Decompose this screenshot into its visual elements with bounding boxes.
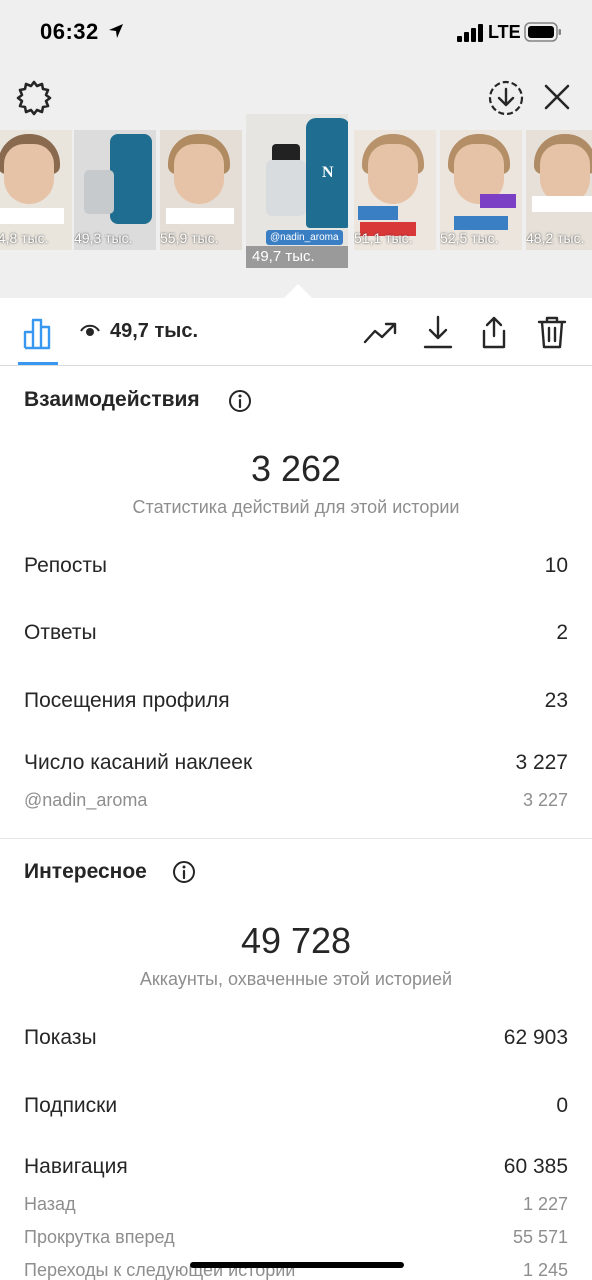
trend-icon[interactable] bbox=[362, 314, 398, 350]
thumbnail-views: 49,3 тыс. bbox=[74, 230, 133, 246]
thumbnail-views: 48,2 тыс. bbox=[526, 230, 585, 246]
nav-value-forward: 55 571 bbox=[512, 1227, 568, 1247]
thumbnail-views: 52,5 тыс. bbox=[440, 230, 499, 246]
nav-value-next-story: 1 245 bbox=[522, 1260, 568, 1280]
trash-icon[interactable] bbox=[534, 314, 570, 350]
row-label-sticker-taps: Число касаний наклеек bbox=[24, 751, 253, 774]
discovery-total: 49 728 bbox=[240, 920, 352, 961]
sticker-mention-value: 3 227 bbox=[522, 790, 568, 810]
active-tab-underline bbox=[18, 362, 58, 365]
story-thumbnail[interactable]: 55,9 тыс. bbox=[160, 130, 242, 250]
share-icon[interactable] bbox=[476, 314, 512, 350]
row-value-impressions: 62 903 bbox=[503, 1026, 568, 1049]
discovery-subtitle: Аккаунты, охваченные этой историей bbox=[139, 969, 453, 989]
interactions-title: Взаимодействия bbox=[24, 388, 200, 411]
signal-bars-icon bbox=[457, 24, 483, 42]
thumbnail-views: 55,9 тыс. bbox=[160, 230, 219, 246]
home-indicator[interactable] bbox=[190, 1262, 404, 1268]
row-value-follows: 0 bbox=[556, 1094, 568, 1117]
views-count: 49,7 тыс. bbox=[110, 320, 199, 342]
interactions-total: 3 262 bbox=[250, 448, 342, 489]
row-label-follows: Подписки bbox=[24, 1094, 118, 1117]
nav-label-back: Назад bbox=[24, 1194, 76, 1214]
thumbnail-views: 54,8 тыс. bbox=[0, 230, 49, 246]
row-value-navigation: 60 385 bbox=[503, 1155, 568, 1178]
story-thumbnail[interactable]: 52,5 тыс. bbox=[440, 130, 522, 250]
story-thumbnail[interactable]: 51,1 тыс. bbox=[354, 130, 436, 250]
sticker-mention-label: @nadin_aroma bbox=[24, 790, 148, 810]
row-label-replies: Ответы bbox=[24, 621, 97, 644]
battery-icon bbox=[524, 22, 561, 42]
interactions-subtitle: Статистика действий для этой истории bbox=[132, 497, 460, 517]
download-circle-icon[interactable] bbox=[486, 78, 526, 118]
bar-chart-icon[interactable] bbox=[22, 314, 58, 350]
location-arrow-icon bbox=[109, 24, 123, 38]
row-label-reposts: Репосты bbox=[24, 554, 108, 577]
nav-label-forward: Прокрутка вперед bbox=[24, 1227, 175, 1247]
row-value-reposts: 10 bbox=[544, 554, 568, 577]
thumbnail-views: 51,1 тыс. bbox=[354, 230, 413, 246]
nav-value-back: 1 227 bbox=[522, 1194, 568, 1214]
story-toolbar: 49,7 тыс. bbox=[0, 298, 592, 366]
row-label-profile-visits: Посещения профиля bbox=[24, 689, 230, 712]
status-time: 06:32 bbox=[40, 19, 99, 44]
discovery-title: Интересное bbox=[24, 860, 147, 883]
row-value-profile-visits: 23 bbox=[544, 689, 568, 712]
row-value-replies: 2 bbox=[556, 621, 568, 644]
download-icon[interactable] bbox=[420, 314, 456, 350]
row-label-impressions: Показы bbox=[24, 1026, 97, 1049]
status-bar: 06:32 LTE bbox=[0, 0, 592, 66]
thumbnail-views-selected: 49,7 тыс. bbox=[246, 246, 348, 268]
story-thumbnail-selected[interactable]: N @nadin_aroma 49,7 тыс. bbox=[246, 114, 348, 268]
settings-gear-icon[interactable] bbox=[14, 78, 54, 118]
eye-icon bbox=[80, 324, 100, 336]
story-thumbnail[interactable]: 54,8 тыс. bbox=[0, 130, 72, 250]
row-label-navigation: Навигация bbox=[24, 1155, 128, 1178]
section-divider bbox=[0, 838, 592, 839]
network-type: LTE bbox=[488, 22, 521, 42]
mention-sticker: @nadin_aroma bbox=[266, 230, 343, 245]
selection-pointer bbox=[284, 284, 312, 298]
story-thumbnail[interactable]: 48,2 тыс. bbox=[526, 130, 592, 250]
story-thumbnail[interactable]: 49,3 тыс. bbox=[74, 130, 156, 250]
info-icon[interactable] bbox=[228, 389, 252, 413]
close-icon[interactable] bbox=[540, 80, 574, 114]
row-value-sticker-taps: 3 227 bbox=[515, 751, 568, 774]
info-icon[interactable] bbox=[172, 860, 196, 884]
